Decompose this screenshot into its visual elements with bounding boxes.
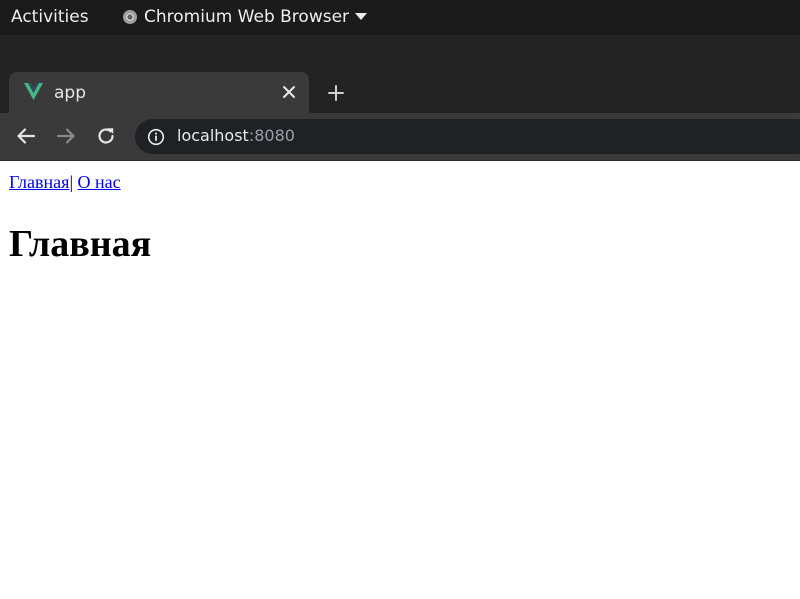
caret-down-icon — [355, 13, 368, 20]
back-arrow-icon[interactable] — [15, 125, 37, 147]
url-host: localhost — [177, 126, 249, 145]
system-top-bar: Activities Chromium Web Browser — [0, 0, 800, 35]
nav-separator: | — [69, 172, 74, 192]
new-tab-icon[interactable] — [327, 84, 345, 102]
tab-title: app — [54, 83, 86, 103]
app-menu-label: Chromium Web Browser — [144, 7, 350, 27]
close-icon[interactable] — [282, 85, 296, 99]
page-content: Главная| О нас Главная — [0, 161, 800, 599]
page-nav: Главная| О нас — [9, 171, 121, 193]
address-bar[interactable]: localhost:8080 — [135, 119, 800, 154]
browser-toolbar: localhost:8080 — [0, 113, 800, 160]
tab-strip: app — [0, 71, 800, 113]
chromium-icon — [123, 10, 137, 24]
nav-link-home[interactable]: Главная — [9, 172, 69, 192]
vue-logo-icon — [24, 83, 43, 100]
activities-button[interactable]: Activities — [11, 7, 89, 27]
nav-link-about[interactable]: О нас — [78, 172, 121, 192]
url-text: localhost:8080 — [177, 125, 295, 147]
page-heading: Главная — [9, 223, 152, 265]
forward-arrow-icon[interactable] — [55, 125, 77, 147]
window-titlebar[interactable] — [0, 35, 800, 71]
info-icon[interactable] — [147, 128, 165, 146]
url-port: :8080 — [248, 126, 295, 145]
reload-icon[interactable] — [95, 125, 117, 147]
app-menu-button[interactable]: Chromium Web Browser — [122, 7, 368, 27]
tab-app[interactable]: app — [9, 72, 309, 113]
